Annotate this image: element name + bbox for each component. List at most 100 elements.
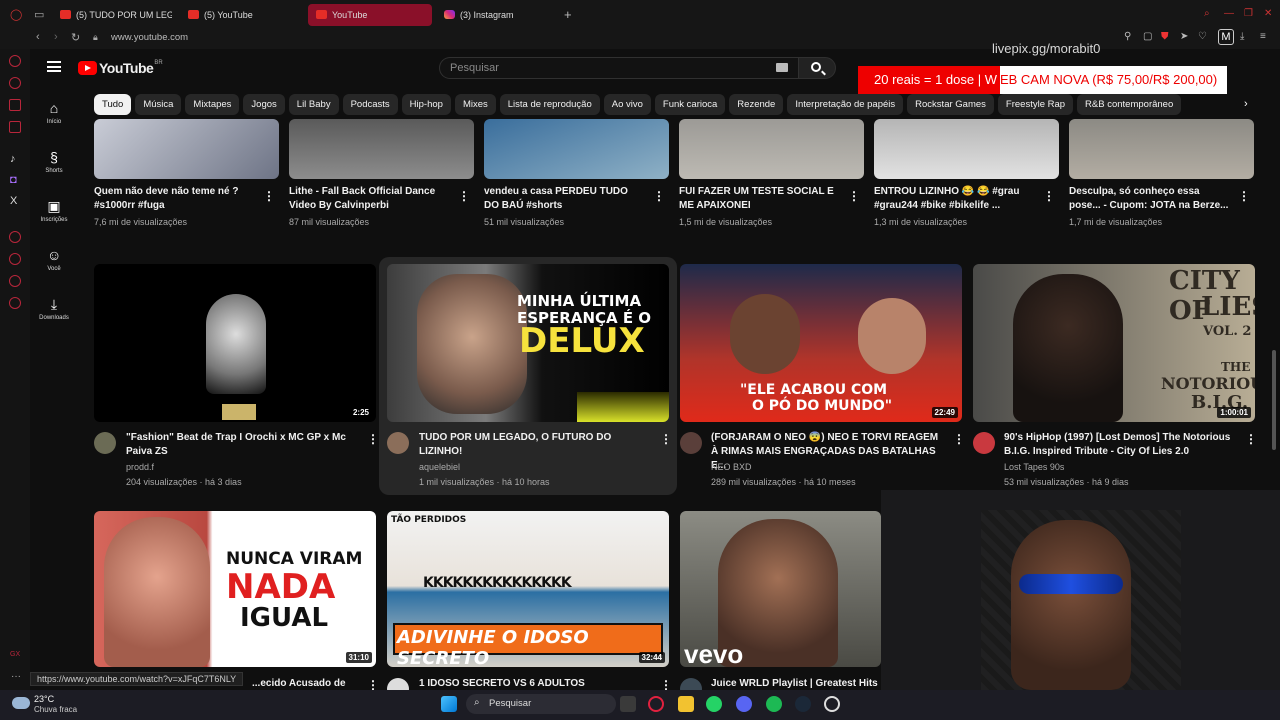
chip[interactable]: Freestyle Rap [997,94,1074,115]
chip[interactable]: Música [135,94,182,115]
channel-name[interactable]: Lost Tapes 90s [1004,462,1064,472]
video-title[interactable]: 1 IDOSO SECRETO VS 6 ADULTOS [419,677,647,691]
minimize-icon[interactable]: — [1224,8,1234,19]
history-icon[interactable] [9,253,21,265]
chip[interactable]: Lil Baby [288,94,339,115]
more-options-icon[interactable]: ⋮ [953,432,965,446]
short-title[interactable]: FUI FAZER UM TESTE SOCIAL E ME APAIXONEI [679,185,839,213]
video-thumbnail[interactable]: 2:25 [94,264,376,422]
more-icon[interactable]: ··· [11,671,21,682]
more-options-icon[interactable]: ⋮ [848,189,860,203]
opera-gx-taskbar-icon[interactable] [648,696,664,712]
whatsapp-icon[interactable] [9,99,21,111]
channel-name[interactable]: NEO BXD [711,462,752,472]
reload-icon[interactable]: ↻ [71,31,80,44]
back-icon[interactable]: ‹ [36,31,40,43]
keyboard-icon[interactable] [776,63,788,72]
video-thumbnail[interactable]: NUNCA VIRAM NADA IGUAL 31:10 [94,511,376,667]
steam-icon[interactable] [795,696,811,712]
channel-avatar[interactable] [387,432,409,454]
short-title[interactable]: Desculpa, só conheço essa pose... - Cupo… [1069,185,1229,213]
file-explorer-icon[interactable] [678,696,694,712]
search-tabs-icon[interactable]: ⌕ [1204,8,1210,19]
whatsapp-taskbar-icon[interactable] [706,696,722,712]
video-thumbnail[interactable]: "ELE ACABOU COM O PÓ DO MUNDO" 22:49 [680,264,962,422]
search-button[interactable] [798,57,836,79]
settings-icon[interactable] [9,297,21,309]
video-thumbnail[interactable]: CITY OF LIES VOL. 2 THE NOTORIOUS B.I.G.… [973,264,1255,422]
close-icon[interactable]: ✕ [1264,8,1272,19]
url-field[interactable]: www.youtube.com [111,32,188,43]
video-title[interactable]: 90's HipHop (1997) [Lost Demos] The Noto… [1004,431,1240,459]
more-options-icon[interactable]: ⋮ [367,432,379,446]
youtube-logo[interactable]: YouTube BR [78,60,163,76]
x-icon[interactable]: X [10,195,17,207]
chip[interactable]: Jogos [243,94,285,115]
download-icon[interactable]: ⤓ [1240,31,1244,42]
short-thumbnail[interactable] [484,119,669,179]
hamburger-menu-icon[interactable] [47,61,61,72]
chip[interactable]: Ao vivo [603,94,651,115]
obs-icon[interactable] [824,696,840,712]
chip[interactable]: Lista de reprodução [499,94,600,115]
chevron-right-icon[interactable]: › [1244,98,1248,110]
pin-icon[interactable]: ⚲ [1124,31,1131,42]
more-options-icon[interactable]: ⋮ [458,189,470,203]
short-title[interactable]: ENTROU LIZINHO 😂 😂 #grau #grau244 #bike … [874,185,1034,213]
video-title[interactable]: "Fashion" Beat de Trap I Orochi x MC GP … [126,431,354,459]
maximize-icon[interactable]: ❐ [1244,8,1253,19]
tab-youtube-active[interactable]: YouTube [308,4,432,26]
more-options-icon[interactable]: ⋮ [653,189,665,203]
video-title[interactable]: ...ecido Acusado de [252,677,372,691]
weather-desc[interactable]: Chuva fraca [34,705,77,714]
gx-icon[interactable]: GX [10,651,20,658]
video-title[interactable]: TUDO POR UM LEGADO, O FUTURO DO LIZINHO! [419,431,647,459]
opera-logo-icon[interactable]: ◯ [10,8,22,21]
short-title[interactable]: Lithe - Fall Back Official Dance Video B… [289,185,449,213]
short-title[interactable]: vendeu a casa PERDEU TUDO DO BAÚ #shorts [484,185,644,213]
nav-shorts[interactable]: § Shorts [30,150,78,174]
nav-you[interactable]: ☺ Você [30,248,78,272]
short-thumbnail[interactable] [289,119,474,179]
chip[interactable]: Rockstar Games [907,94,994,115]
discord-icon[interactable] [736,696,752,712]
tab-instagram[interactable]: (3) Instagram [436,4,560,26]
chip[interactable]: Hip-hop [401,94,451,115]
chip[interactable]: Mixtapes [185,94,240,115]
taskbar-search[interactable]: ⌕ Pesquisar [466,694,616,714]
more-options-icon[interactable]: ⋮ [263,189,275,203]
opera-flow-icon[interactable] [9,55,21,67]
tab-tudo-por-um-legado[interactable]: (5) TUDO POR UM LEGADO [52,4,172,26]
chip[interactable]: Interpretação de papéis [787,94,904,115]
chip[interactable]: Funk carioca [654,94,726,115]
chip[interactable]: Mixes [454,94,496,115]
messenger-icon[interactable] [9,77,21,89]
twitch-icon[interactable]: ◘ [10,174,17,186]
menu-icon[interactable]: ≡ [1260,31,1266,42]
channel-avatar[interactable] [680,432,702,454]
more-options-icon[interactable]: ⋮ [660,432,672,446]
instagram-sidebar-icon[interactable] [9,121,21,133]
nav-downloads[interactable]: ⤓ Downloads [30,297,78,321]
short-title[interactable]: Quem não deve não teme né ? #s1000rr #fu… [94,185,254,213]
channel-avatar[interactable] [973,432,995,454]
page-scrollbar[interactable] [1272,350,1276,450]
video-thumbnail[interactable]: MINHA ÚLTIMA ESPERANÇA É O DELUX [387,264,669,422]
video-thumbnail[interactable]: vevo [680,511,881,667]
bookmark-heart-icon[interactable]: ♡ [1198,31,1207,42]
short-thumbnail[interactable] [679,119,864,179]
new-tab-icon[interactable]: + [564,7,572,22]
weather-temp[interactable]: 23°C [34,694,54,704]
short-thumbnail[interactable] [94,119,279,179]
chip[interactable]: Podcasts [342,94,398,115]
windows-start-icon[interactable] [441,696,457,712]
snapshot-icon[interactable]: ▢ [1143,31,1152,42]
video-title[interactable]: Juice WRLD Playlist | Greatest Hits | [711,677,881,691]
search-input[interactable] [450,62,750,74]
player-icon[interactable] [9,231,21,243]
short-thumbnail[interactable] [1069,119,1254,179]
extension-m-icon[interactable]: M [1218,29,1234,45]
more-options-icon[interactable]: ⋮ [1238,189,1250,203]
more-options-icon[interactable]: ⋮ [1043,189,1055,203]
tab-menu-icon[interactable]: ▭ [34,8,44,21]
